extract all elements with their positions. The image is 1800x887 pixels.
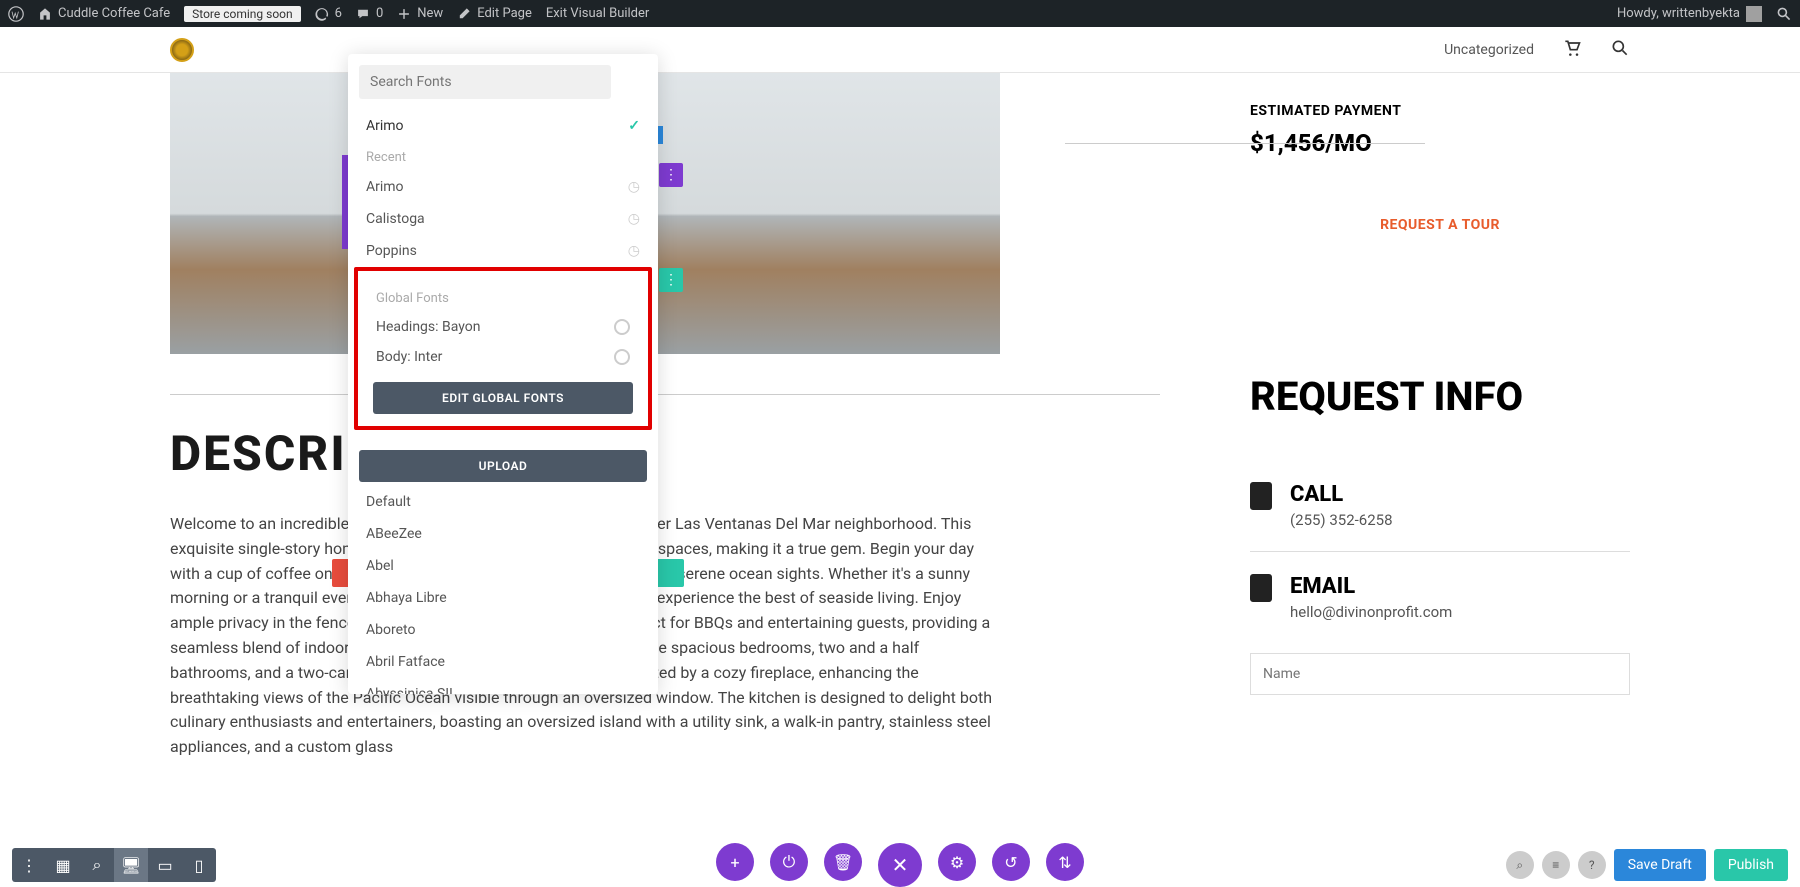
font-name: ABeeZee [366,526,422,542]
request-tour-button[interactable]: REQUEST A TOUR [1250,217,1630,233]
font-dropdown-panel: Arimo ✓ Recent Arimo◷Calistoga◷Poppins◷ … [348,54,658,694]
font-option[interactable]: Aboreto [348,614,658,646]
power-button[interactable]: ⏻ [770,843,808,881]
wp-admin-bar: Cuddle Coffee Cafe Store coming soon 6 0… [0,0,1800,27]
exit-visual-builder-link[interactable]: Exit Visual Builder [546,6,649,21]
request-info-heading: REQUEST INFO [1250,373,1630,420]
font-name: Aboreto [366,622,415,638]
call-value: (255) 352-6258 [1290,511,1393,529]
font-option[interactable]: Abel [348,550,658,582]
edit-global-fonts-button[interactable]: EDIT GLOBAL FONTS [373,382,633,414]
global-fonts-section: Global Fonts Headings: Bayon Body: Inter… [354,267,652,430]
help-icon[interactable]: ? [1578,851,1606,879]
updates-link[interactable]: 6 [315,6,342,21]
site-header: Uncategorized [0,27,1800,73]
cart-icon[interactable] [1562,38,1582,62]
close-button[interactable]: ✕ [878,843,922,887]
layers-button[interactable]: ⇅ [1046,843,1084,881]
add-button[interactable]: + [716,843,754,881]
font-option[interactable]: Default [348,486,658,518]
desktop-view-icon[interactable]: 🖥 [114,848,148,882]
font-name: Poppins [366,243,417,259]
search-icon[interactable] [1610,38,1630,62]
divider [1065,143,1425,144]
phone-icon [1250,482,1272,510]
phone-view-icon[interactable]: ▯ [182,848,216,882]
tablet-view-icon[interactable]: ▭ [148,848,182,882]
wireframe-icon[interactable]: ▦ [46,848,80,882]
site-name-link[interactable]: Cuddle Coffee Cafe [38,6,170,21]
settings-button[interactable]: ⚙ [938,843,976,881]
font-option[interactable]: Abhaya Libre [348,582,658,614]
font-option[interactable]: Poppins ◷ [348,235,658,267]
check-icon: ✓ [628,118,640,134]
font-name: Abril Fatface [366,654,445,670]
font-name: Arimo [366,179,404,195]
font-name: Headings: Bayon [376,319,480,335]
font-name: Arimo [366,118,404,134]
name-input[interactable] [1250,653,1630,695]
font-option[interactable]: Abyssinica SIL [348,678,658,694]
font-option[interactable]: ABeeZee [348,518,658,550]
history-button[interactable]: ↺ [992,843,1030,881]
new-link[interactable]: New [397,6,443,21]
store-status-badge[interactable]: Store coming soon [184,6,301,22]
divi-bottom-bar: ⋮ ▦ ⌕ 🖥 ▭ ▯ + ⏻ 🗑 ✕ ⚙ ↺ ⇅ ⌕ ≡ ? Save Dra… [0,845,1800,885]
recent-fonts-label: Recent [348,142,658,171]
upload-font-button[interactable]: UPLOAD [359,450,647,482]
email-label: EMAIL [1290,574,1452,599]
font-name: Abel [366,558,394,574]
avatar [1746,6,1762,22]
font-name: Default [366,494,411,510]
font-name: Abyssinica SIL [366,686,457,694]
layers-icon[interactable]: ≡ [1542,851,1570,879]
email-value: hello@divinonprofit.com [1290,603,1452,621]
edit-page-link[interactable]: Edit Page [457,6,532,21]
module-menu-icon[interactable]: ⋮ [659,268,683,292]
wp-logo-icon[interactable] [8,6,24,22]
email-icon [1250,574,1272,602]
global-headings-font[interactable]: Headings: Bayon [366,312,640,342]
global-body-font[interactable]: Body: Inter [366,342,640,372]
font-option-selected[interactable]: Arimo ✓ [348,110,658,142]
nav-uncategorized[interactable]: Uncategorized [1444,42,1534,58]
clock-icon: ◷ [628,179,640,195]
font-option[interactable]: Arimo ◷ [348,171,658,203]
howdy-link[interactable]: Howdy, writtenbyekta [1617,6,1762,22]
payment-label: ESTIMATED PAYMENT [1250,103,1630,119]
search-icon[interactable] [1776,6,1792,22]
delete-button[interactable]: 🗑 [824,843,862,881]
globe-icon [614,349,630,365]
call-label: CALL [1290,482,1393,507]
responsive-toolbar: ⋮ ▦ ⌕ 🖥 ▭ ▯ [12,848,216,882]
clock-icon: ◷ [628,211,640,227]
globe-icon [614,319,630,335]
font-name: Abhaya Libre [366,590,447,606]
font-search-input[interactable] [359,65,611,99]
zoom-icon[interactable]: ⌕ [80,848,114,882]
font-name: Body: Inter [376,349,442,365]
clock-icon: ◷ [628,243,640,259]
global-fonts-label: Global Fonts [366,283,640,312]
section-add-icon[interactable] [656,559,684,587]
font-name: Calistoga [366,211,425,227]
comments-link[interactable]: 0 [356,6,383,21]
help-search-icon[interactable]: ⌕ [1506,851,1534,879]
module-menu-icon[interactable]: ⋮ [659,163,683,187]
font-option[interactable]: Abril Fatface [348,646,658,678]
publish-button[interactable]: Publish [1714,849,1788,881]
site-logo[interactable] [170,38,194,62]
font-option[interactable]: Calistoga ◷ [348,203,658,235]
divider [170,394,1160,395]
save-draft-button[interactable]: Save Draft [1614,849,1706,881]
menu-icon[interactable]: ⋮ [12,848,46,882]
description-heading: DESCRIPTION [170,425,1160,482]
